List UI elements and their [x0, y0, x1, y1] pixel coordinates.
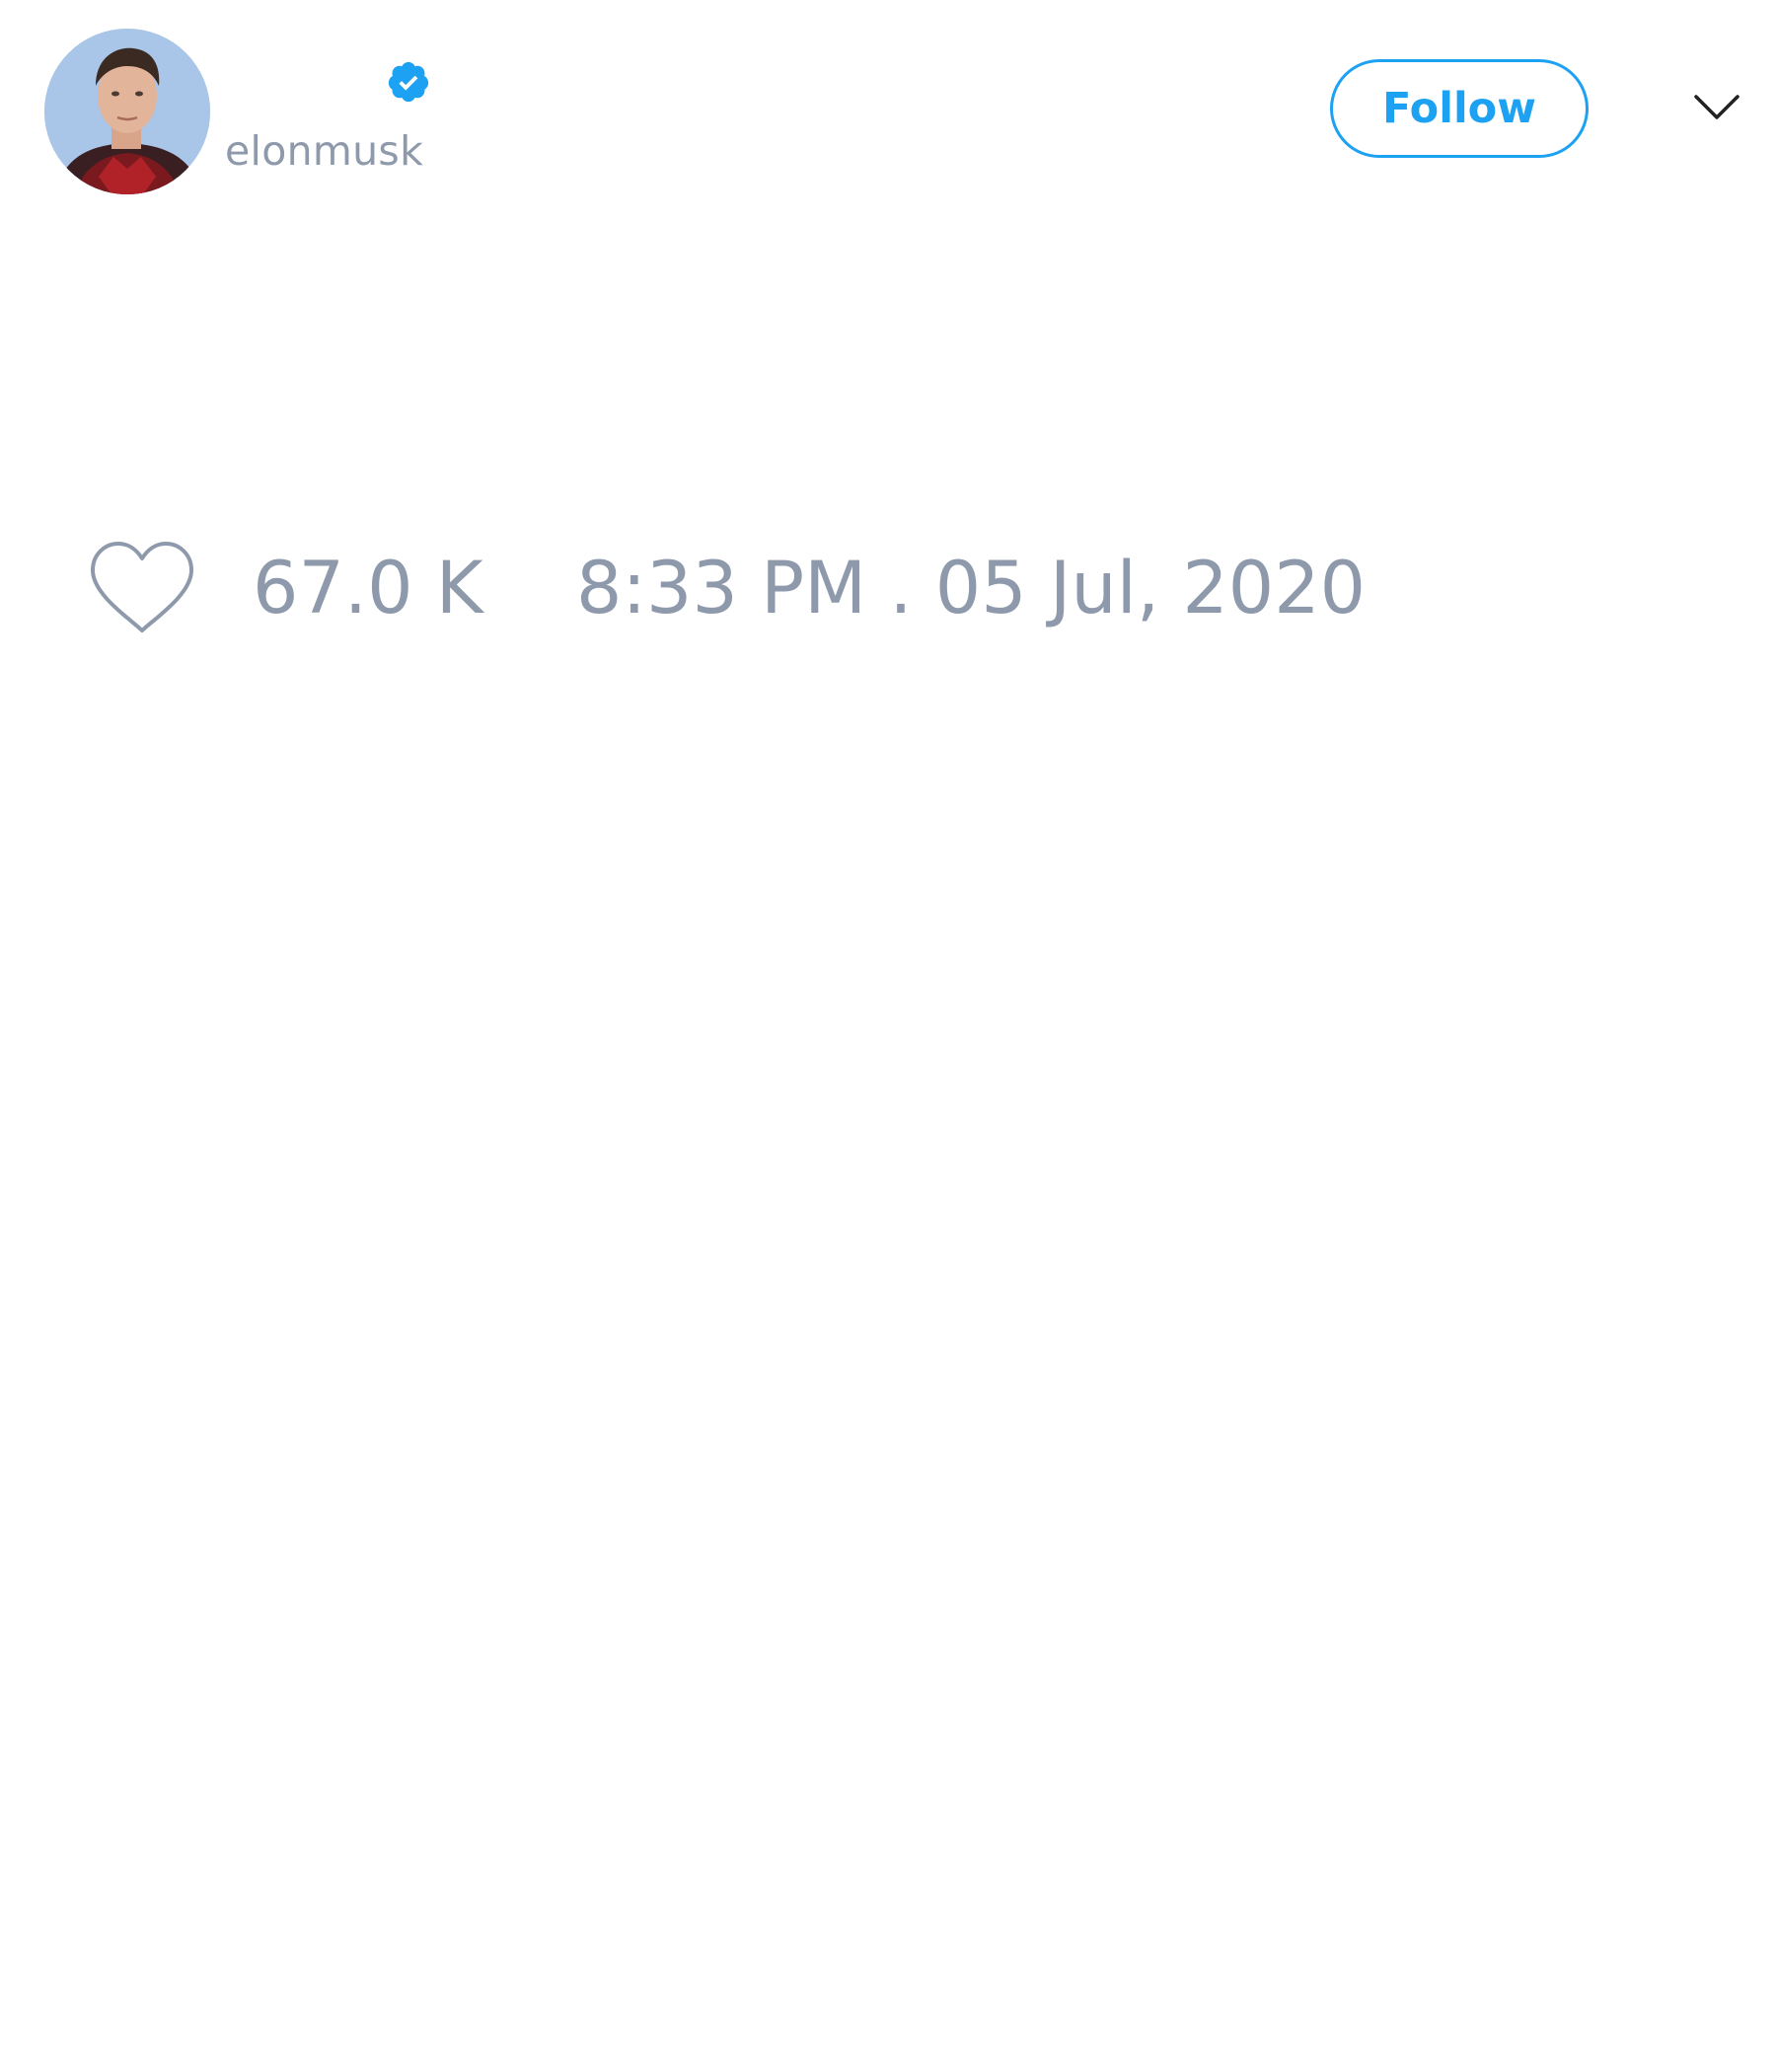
tweet-timestamp[interactable]: 8:33 PM . 05 Jul, 2020 [576, 545, 1366, 633]
follow-button[interactable]: Follow [1330, 59, 1589, 158]
chevron-down-icon[interactable] [1693, 93, 1740, 122]
author-handle[interactable]: elonmusk [225, 126, 423, 176]
verified-badge-icon [388, 61, 429, 103]
avatar[interactable] [44, 29, 210, 194]
profile-photo [44, 29, 210, 194]
like-count: 67.0 K [253, 547, 483, 630]
heart-icon[interactable] [89, 541, 195, 635]
